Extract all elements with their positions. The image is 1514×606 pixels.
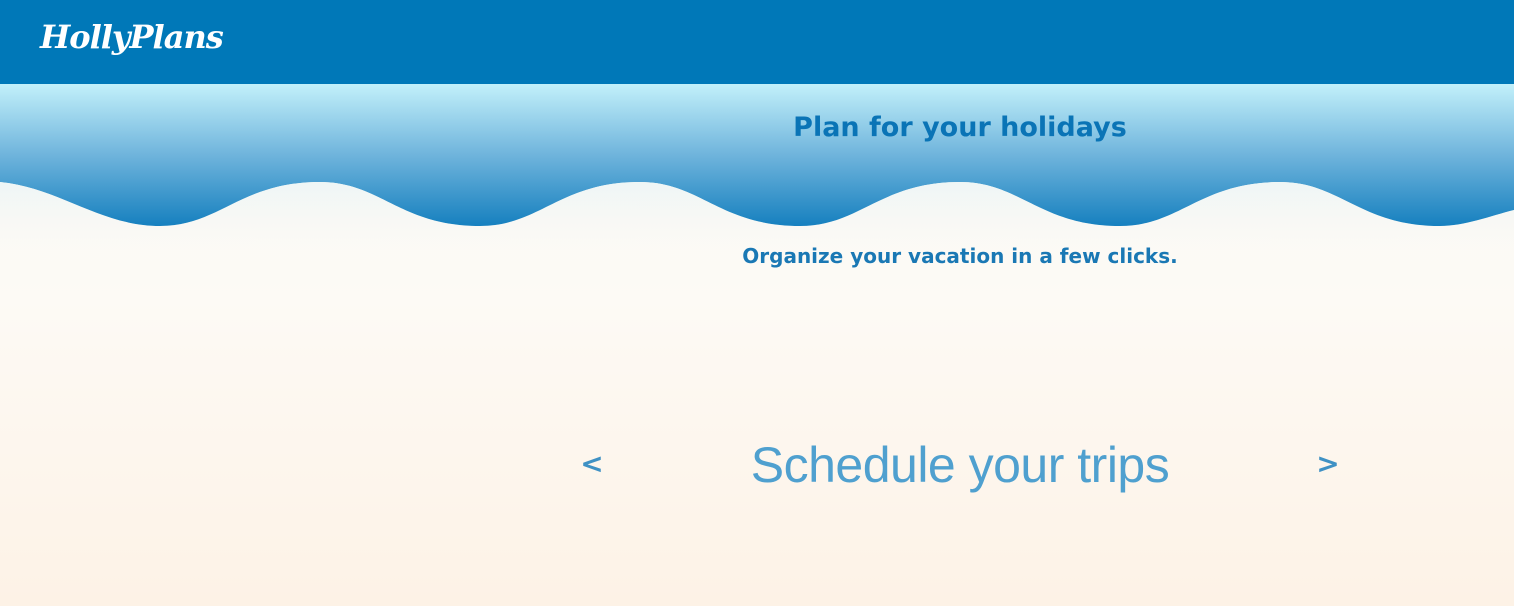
slider-prev-button[interactable]: < xyxy=(572,444,612,484)
logo-link[interactable]: HollyPlans xyxy=(40,18,224,56)
slide-title: Schedule your trips xyxy=(750,437,1170,493)
slider-next-button[interactable]: > xyxy=(1308,444,1348,484)
hero-headline: Plan for your holidays xyxy=(793,112,1127,143)
feature-slider: Schedule your trips < > xyxy=(570,430,1350,500)
wave-banner xyxy=(0,84,1514,244)
hero-subline: Organize your vacation in a few clicks. xyxy=(742,244,1178,268)
top-navigation-bar: HollyPlans xyxy=(0,0,1514,84)
